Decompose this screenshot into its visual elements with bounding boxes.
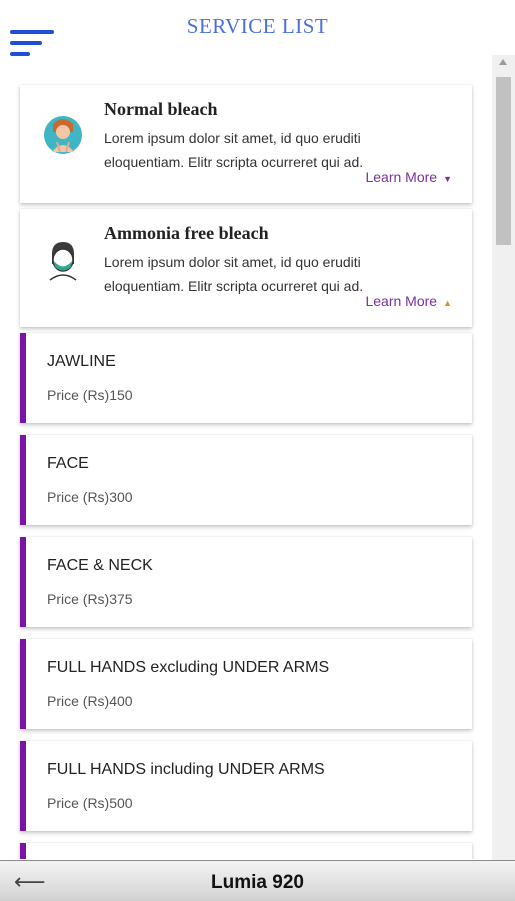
bleach-title: Normal bleach bbox=[104, 99, 218, 119]
service-price: Price (Rs)150 bbox=[47, 387, 133, 403]
service-item-full-hands-excluding[interactable]: FULL HANDS excluding UNDER ARMS Price (R… bbox=[20, 639, 472, 729]
service-list[interactable]: Normal bleach Lorem ipsum dolor sit amet… bbox=[0, 62, 490, 859]
learn-more-label: Learn More bbox=[365, 169, 438, 185]
service-item-jawline[interactable]: JAWLINE Price (Rs)150 bbox=[20, 333, 472, 423]
service-price: Price (Rs)300 bbox=[47, 489, 133, 505]
service-name: FACE & NECK bbox=[47, 557, 153, 574]
service-item-partial[interactable] bbox=[20, 843, 472, 859]
learn-more-link[interactable]: Learn More ▲ bbox=[365, 293, 452, 309]
service-price: Price (Rs)375 bbox=[47, 591, 133, 607]
page-title: SERVICE LIST bbox=[186, 14, 329, 38]
bleach-card-ammonia-free[interactable]: Ammonia free bleach Lorem ipsum dolor si… bbox=[20, 209, 472, 327]
vertical-scrollbar[interactable] bbox=[492, 55, 515, 860]
chevron-down-icon: ▼ bbox=[443, 174, 452, 184]
service-price: Price (Rs)500 bbox=[47, 795, 133, 811]
service-name: JAWLINE bbox=[47, 353, 116, 370]
woman-face-icon bbox=[44, 116, 82, 154]
app-header: SERVICE LIST bbox=[0, 0, 515, 62]
service-name: FULL HANDS excluding UNDER ARMS bbox=[47, 659, 330, 676]
emulator-bottom-bar: ⟵ Lumia 920 bbox=[0, 860, 515, 901]
bleach-description: Lorem ipsum dolor sit amet, id quo erudi… bbox=[104, 130, 364, 170]
bleach-title: Ammonia free bleach bbox=[104, 223, 269, 243]
masked-face-icon bbox=[49, 242, 77, 281]
learn-more-link[interactable]: Learn More ▼ bbox=[365, 169, 452, 185]
service-item-face[interactable]: FACE Price (Rs)300 bbox=[20, 435, 472, 525]
scroll-up-arrow-icon[interactable] bbox=[499, 59, 507, 65]
device-name: Lumia 920 bbox=[211, 872, 304, 893]
scrollbar-thumb[interactable] bbox=[496, 77, 511, 245]
service-name: FACE bbox=[47, 455, 89, 472]
learn-more-label: Learn More bbox=[365, 293, 438, 309]
chevron-up-icon: ▲ bbox=[443, 298, 452, 308]
service-price: Price (Rs)400 bbox=[47, 693, 133, 709]
bleach-card-normal[interactable]: Normal bleach Lorem ipsum dolor sit amet… bbox=[20, 85, 472, 203]
service-item-face-neck[interactable]: FACE & NECK Price (Rs)375 bbox=[20, 537, 472, 627]
bleach-description: Lorem ipsum dolor sit amet, id quo erudi… bbox=[104, 254, 364, 294]
service-name: FULL HANDS including UNDER ARMS bbox=[47, 761, 325, 778]
service-item-full-hands-including[interactable]: FULL HANDS including UNDER ARMS Price (R… bbox=[20, 741, 472, 831]
